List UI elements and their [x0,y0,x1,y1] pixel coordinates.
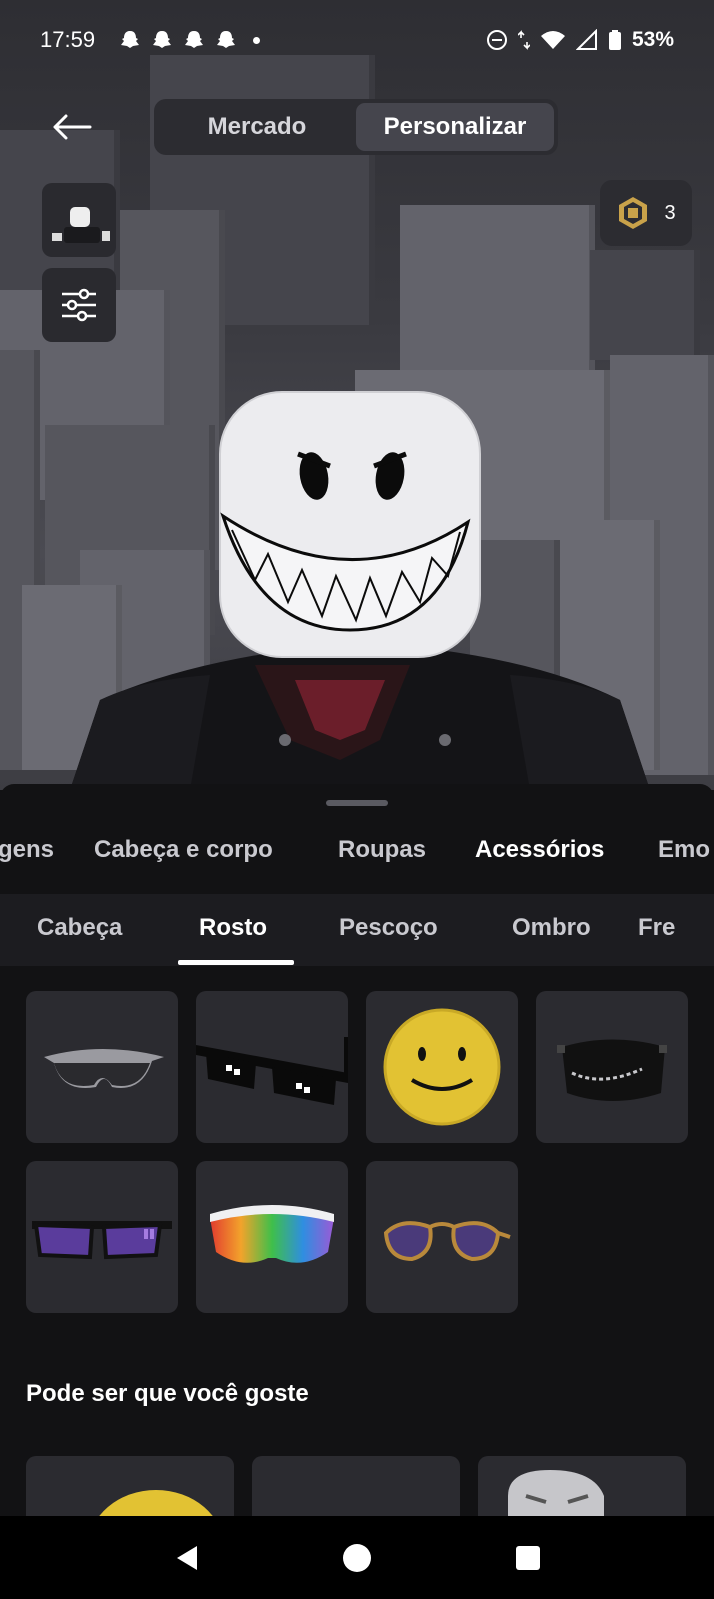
subcategory-tabs: Cabeça Rosto Pescoço Ombro Fre [0,894,714,966]
customize-sheet: gens Cabeça e corpo Roupas Acessórios Em… [0,784,714,1516]
recommendation-card[interactable] [26,1456,234,1516]
settings-sliders-button[interactable] [42,268,116,342]
recommendations-heading: Pode ser que você goste [26,1380,309,1407]
status-bar: 17:59 53% [0,0,714,80]
recommendation-card[interactable] [252,1456,460,1516]
scene-building [590,250,700,360]
active-tab-indicator [178,960,294,965]
sliders-icon [62,288,96,322]
wifi-icon [540,31,565,49]
visor-icon [210,1205,334,1263]
scene-building [400,205,595,380]
item-black-sport-sunglasses[interactable] [26,991,178,1143]
robux-balance-button[interactable]: 3 [600,180,692,246]
robux-count: 3 [664,201,676,224]
avatar-thumbnail-button[interactable] [42,183,116,257]
snapchat-icon [217,31,236,48]
nav-back-button[interactable] [168,1538,208,1578]
battery-icon [608,30,621,50]
avatar-thumbnail-icon [52,207,110,243]
back-button[interactable] [50,105,94,149]
do-not-disturb-icon [486,30,507,50]
snapchat-icon [153,31,172,48]
circle-home-icon [343,1544,371,1572]
tab-mercado[interactable]: Mercado [158,103,356,151]
system-navigation-bar [0,1516,714,1599]
cell-signal-icon [575,29,597,50]
aviator-sunglasses-icon [383,1221,511,1262]
tab-sub-rosto[interactable]: Rosto [199,914,267,942]
square-recents-icon [516,1546,540,1570]
snapchat-icon [121,31,140,48]
avatar-preview-scene[interactable]: 17:59 53% Mercado Personalizar 3 [0,0,714,790]
grey-mask-icon [508,1470,604,1516]
tab-sub-cabeca[interactable]: Cabeça [37,914,122,942]
category-tabs: gens Cabeça e corpo Roupas Acessórios Em… [0,824,714,884]
item-pixel-deal-with-it-glasses[interactable] [196,991,348,1143]
yellow-hat-icon [99,1490,213,1516]
item-purple-lens-sunglasses[interactable] [26,1161,178,1313]
sheet-drag-handle[interactable] [326,800,388,806]
tab-personalizar[interactable]: Personalizar [356,103,554,151]
tab-sub-frente[interactable]: Fre [638,914,675,942]
robux-icon [619,197,648,229]
tab-category-cabeca-e-corpo[interactable]: Cabeça e corpo [94,836,273,864]
tab-sub-ombro[interactable]: Ombro [512,914,591,942]
tab-category-roupas[interactable]: Roupas [338,836,426,864]
tab-category-emotes[interactable]: Emo [658,836,710,864]
sunglasses-icon [32,1221,172,1260]
tab-category-gens[interactable]: gens [0,836,54,864]
item-rainbow-sport-visor[interactable] [196,1161,348,1313]
item-yellow-smiley-face[interactable] [366,991,518,1143]
smiley-face-icon [383,1008,501,1126]
status-time: 17:59 [40,27,96,52]
sunglasses-icon [44,1049,164,1088]
avatar-figure[interactable] [40,380,680,790]
recommendation-card[interactable] [478,1456,686,1516]
snapchat-icon [185,31,204,48]
tab-category-acessorios[interactable]: Acessórios [475,836,604,864]
item-black-chain-mask[interactable] [536,991,688,1143]
item-gold-aviator-sunglasses[interactable] [366,1161,518,1313]
tab-sub-pescoco[interactable]: Pescoço [339,914,438,942]
triangle-back-icon [177,1546,197,1570]
pixel-glasses-icon [196,1037,348,1105]
battery-percent: 53% [631,28,674,51]
data-arrows-icon [517,30,530,50]
nav-home-button[interactable] [337,1538,377,1578]
mode-segmented-control: Mercado Personalizar [154,99,558,155]
nav-recents-button[interactable] [508,1538,548,1578]
more-notifications-dot [253,36,261,44]
arrow-left-icon [53,114,92,140]
face-mask-icon [557,1039,667,1101]
